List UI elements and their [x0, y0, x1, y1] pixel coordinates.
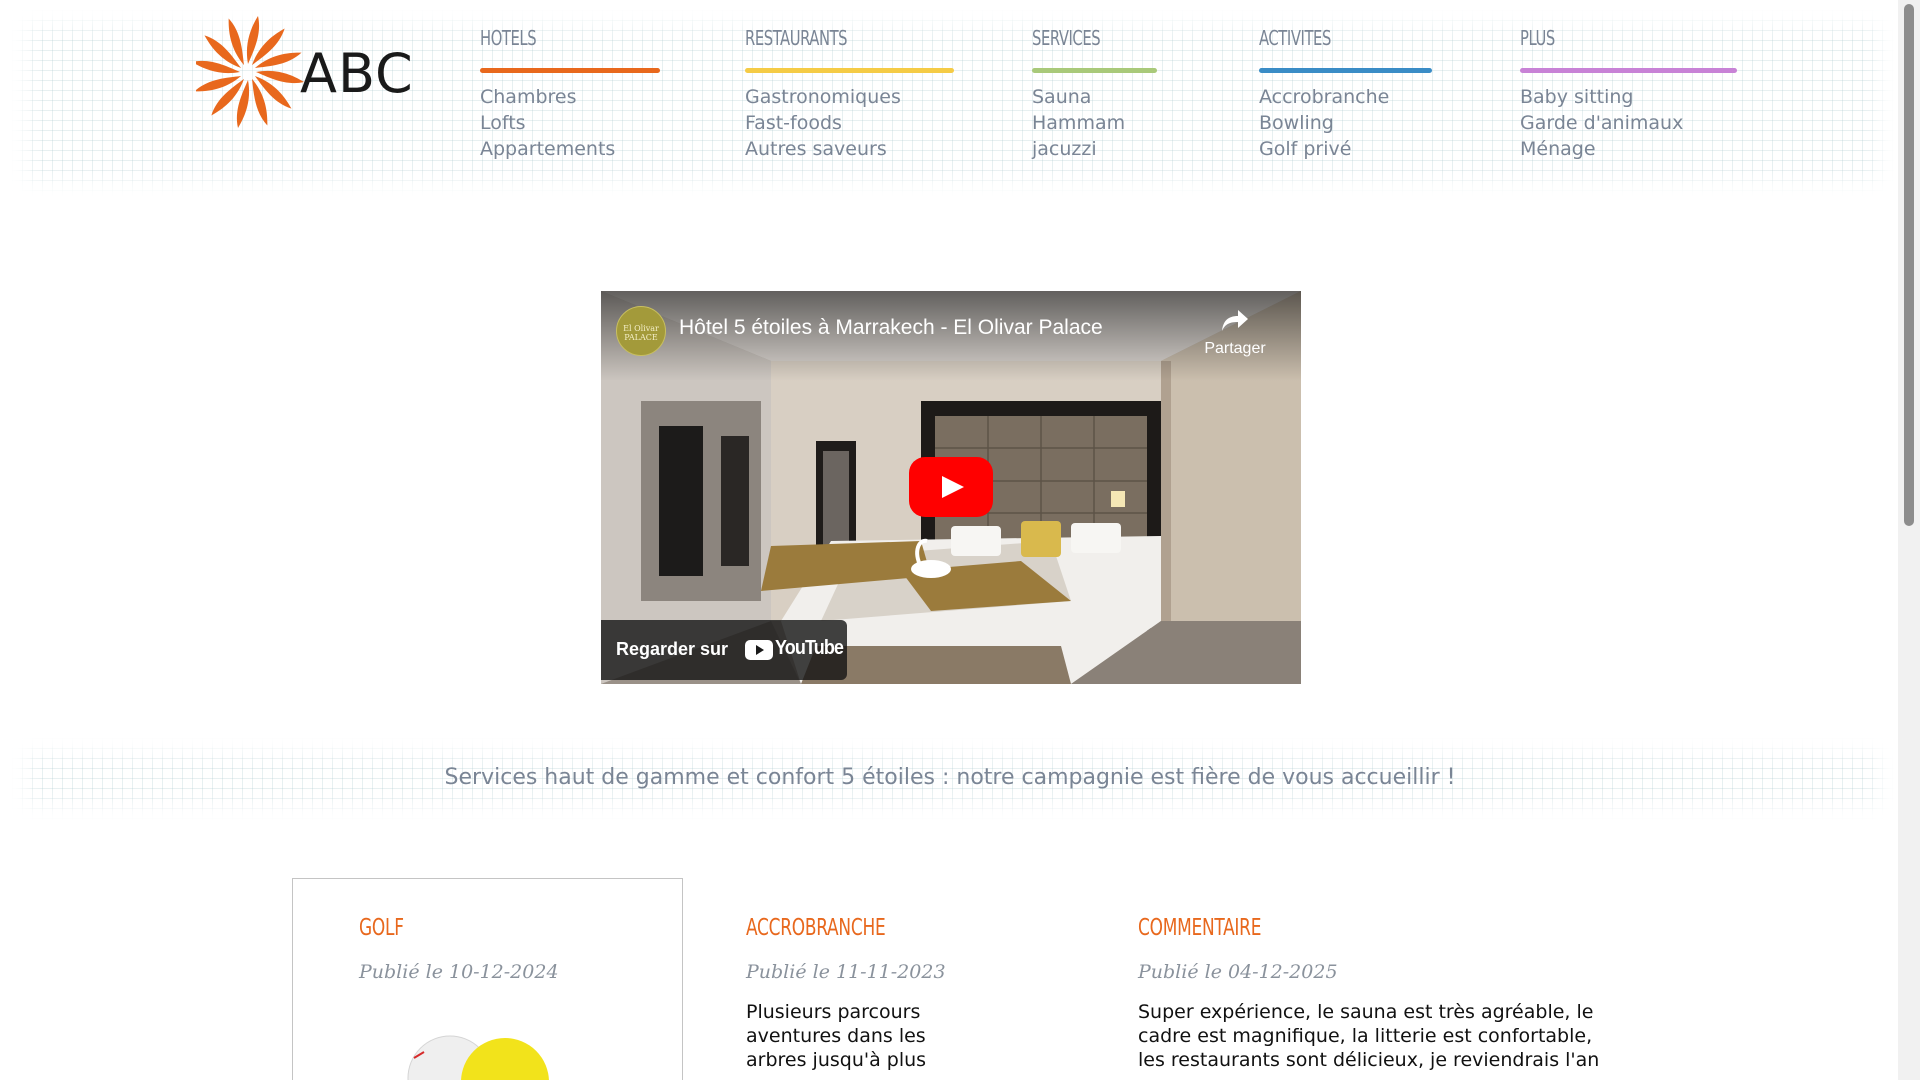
- article-text: Super expérience, le sauna est très agré…: [1138, 1001, 1600, 1071]
- sunburst-logo-icon: [196, 16, 304, 128]
- nav-group-plus: PLUS Baby sitting Garde d'animaux Ménage: [1520, 26, 1737, 162]
- nav-group-restaurants: RESTAURANTS Gastronomiques Fast-foods Au…: [745, 26, 954, 162]
- nav-link-fast-foods[interactable]: Fast-foods: [745, 110, 954, 136]
- article-date: Publié le 04-12-2025: [1138, 961, 1338, 983]
- article-golf[interactable]: GOLF Publié le 10-12-2024: [359, 915, 679, 983]
- golf-balls-image: [407, 1035, 549, 1080]
- play-button[interactable]: [909, 457, 993, 517]
- nav-group-activites: ACTIVITES Accrobranche Bowling Golf priv…: [1259, 26, 1432, 162]
- article-date: Publié le 11-11-2023: [746, 961, 946, 983]
- article-accrobranche[interactable]: ACCROBRANCHE Publié le 11-11-2023 Plusie…: [746, 915, 946, 1072]
- article-text: Plusieurs parcours aventures dans les ar…: [746, 1001, 927, 1071]
- nav-link-jacuzzi[interactable]: jacuzzi: [1032, 136, 1157, 162]
- nav-title-services[interactable]: SERVICES: [1032, 26, 1135, 56]
- nav-group-services: SERVICES Sauna Hammam jacuzzi: [1032, 26, 1157, 162]
- article-title[interactable]: GOLF: [359, 915, 621, 941]
- nav-link-golf-prive[interactable]: Golf privé: [1259, 136, 1432, 162]
- nav-link-chambres[interactable]: Chambres: [480, 84, 660, 110]
- nav-link-autres-saveurs[interactable]: Autres saveurs: [745, 136, 954, 162]
- nav-underline: [745, 68, 954, 73]
- nav-link-sauna[interactable]: Sauna: [1032, 84, 1157, 110]
- scrollbar-thumb[interactable]: [1904, 4, 1914, 526]
- nav-underline: [1259, 68, 1432, 73]
- share-arrow-icon: [1222, 310, 1248, 331]
- nav-link-bowling[interactable]: Bowling: [1259, 110, 1432, 136]
- article-title[interactable]: ACCROBRANCHE: [746, 915, 910, 941]
- nav-link-baby-sitting[interactable]: Baby sitting: [1520, 84, 1737, 110]
- article-commentaire[interactable]: COMMENTAIRE Publié le 04-12-2025 Super e…: [1138, 915, 1613, 1072]
- channel-avatar[interactable]: El Olivar PALACE: [616, 306, 666, 356]
- article-date: Publié le 10-12-2024: [359, 961, 559, 983]
- channel-avatar-text: El Olivar PALACE: [623, 324, 659, 342]
- nav-title-activites[interactable]: ACTIVITES: [1259, 26, 1401, 56]
- youtube-video-embed[interactable]: El Olivar PALACE Hôtel 5 étoiles à Marra…: [601, 291, 1301, 684]
- video-title[interactable]: Hôtel 5 étoiles à Marrakech - El Olivar …: [679, 316, 1103, 340]
- watch-on-youtube-button[interactable]: Regarder sur YouTube: [601, 620, 847, 680]
- share-button[interactable]: Partager: [1195, 308, 1275, 358]
- nav-underline: [1520, 68, 1737, 73]
- nav-link-lofts[interactable]: Lofts: [480, 110, 660, 136]
- watch-on-label: Regarder sur: [616, 639, 729, 659]
- nav-title-plus[interactable]: PLUS: [1520, 26, 1698, 56]
- nav-link-menage[interactable]: Ménage: [1520, 136, 1737, 162]
- nav-link-appartements[interactable]: Appartements: [480, 136, 660, 162]
- nav-underline: [480, 68, 660, 73]
- nav-link-hammam[interactable]: Hammam: [1032, 110, 1157, 136]
- logo-text: ABC: [300, 42, 414, 105]
- youtube-wordmark: YouTube: [775, 637, 844, 659]
- tagline: Services haut de gamme et confort 5 étoi…: [444, 765, 1456, 790]
- nav-underline: [1032, 68, 1157, 73]
- page-scrollbar[interactable]: [1898, 0, 1920, 1080]
- nav-link-gastronomiques[interactable]: Gastronomiques: [745, 84, 954, 110]
- youtube-logo-icon: [745, 640, 773, 660]
- nav-title-hotels[interactable]: HOTELS: [480, 26, 628, 56]
- article-title[interactable]: COMMENTAIRE: [1138, 915, 1528, 941]
- nav-group-hotels: HOTELS Chambres Lofts Appartements: [480, 26, 660, 162]
- share-label: Partager: [1204, 340, 1266, 357]
- nav-title-restaurants[interactable]: RESTAURANTS: [745, 26, 916, 56]
- nav-link-accrobranche[interactable]: Accrobranche: [1259, 84, 1432, 110]
- site-logo[interactable]: ABC: [196, 12, 416, 132]
- nav-link-garde-animaux[interactable]: Garde d'animaux: [1520, 110, 1737, 136]
